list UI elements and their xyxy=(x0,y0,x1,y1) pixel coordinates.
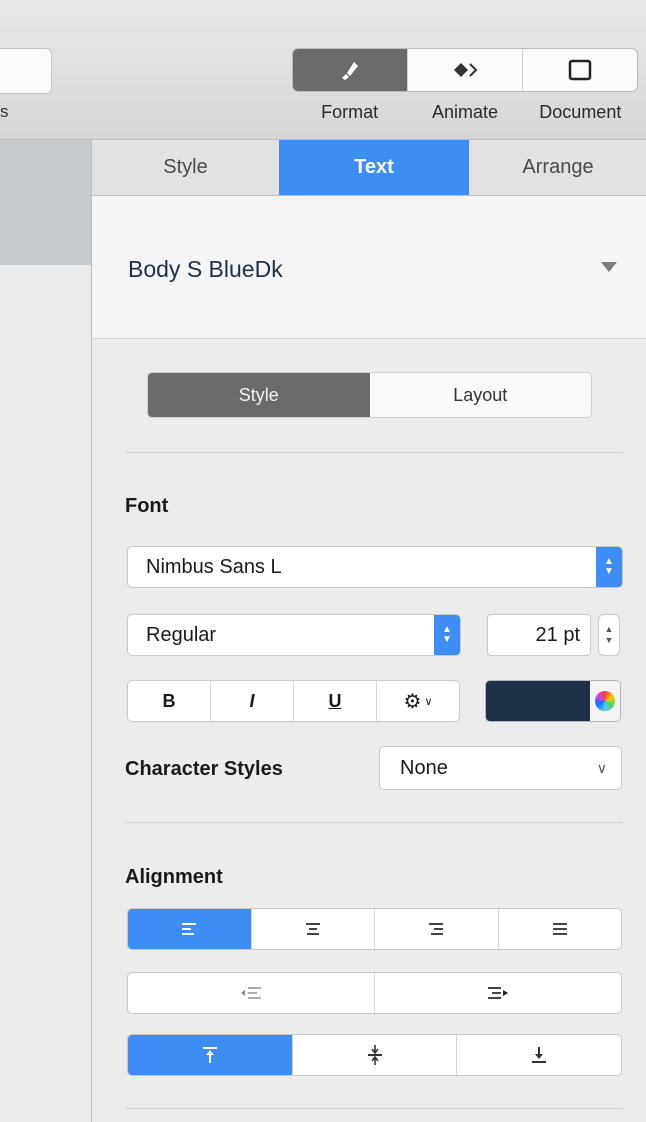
italic-button[interactable]: I xyxy=(211,681,294,721)
divider xyxy=(125,1108,623,1109)
canvas-background xyxy=(0,265,91,1122)
format-toolbar-button[interactable] xyxy=(293,49,408,91)
character-styles-label: Character Styles xyxy=(125,758,283,780)
advanced-options-button[interactable]: ⚙ ∨ xyxy=(377,681,459,721)
text-color-swatch[interactable] xyxy=(486,681,590,721)
document-frame-icon xyxy=(568,59,592,81)
tab-style[interactable]: Style xyxy=(92,140,279,195)
typeface-popup[interactable]: Regular ▲ ▼ xyxy=(127,614,461,656)
document-toolbar-label[interactable]: Document xyxy=(523,102,638,123)
align-left-icon xyxy=(182,923,197,935)
chevron-down-icon: ∨ xyxy=(596,759,607,776)
paragraph-style-selector[interactable]: Body S BlueDk xyxy=(92,196,646,339)
align-top-icon xyxy=(202,1047,217,1063)
typeface-value: Regular xyxy=(146,623,217,646)
align-right-icon xyxy=(429,923,444,935)
font-family-popup[interactable]: Nimbus Sans L ▲ ▼ xyxy=(127,546,623,588)
document-toolbar-button[interactable] xyxy=(523,49,637,91)
toolbar-inspector-group xyxy=(292,48,638,92)
align-middle-button[interactable] xyxy=(293,1035,458,1075)
gear-icon: ⚙ xyxy=(403,690,422,713)
font-size-stepper[interactable]: ▲ ▼ xyxy=(598,614,620,656)
align-right-button[interactable] xyxy=(375,909,499,949)
justify-button[interactable] xyxy=(499,909,622,949)
paragraph-style-name: Body S BlueDk xyxy=(128,256,283,282)
color-wheel-icon[interactable] xyxy=(590,681,620,721)
align-center-icon xyxy=(305,923,320,935)
popup-stepper-icon: ▲ ▼ xyxy=(596,547,622,587)
segment-layout[interactable]: Layout xyxy=(370,373,592,417)
font-size-field[interactable]: 21 pt xyxy=(487,614,591,656)
toolbar-search-field[interactable] xyxy=(0,48,52,94)
character-styles-popup[interactable]: None ∨ xyxy=(379,746,622,790)
justify-icon xyxy=(552,923,567,935)
vertical-alignment-control xyxy=(127,1034,622,1076)
popup-stepper-icon: ▲ ▼ xyxy=(434,615,460,655)
tab-arrange[interactable]: Arrange xyxy=(469,140,646,195)
align-center-button[interactable] xyxy=(252,909,375,949)
divider xyxy=(125,452,623,453)
format-toolbar-label[interactable]: Format xyxy=(292,102,407,123)
increase-indent-icon xyxy=(488,987,508,999)
format-inspector: Style Text Arrange Body S BlueDk Style L… xyxy=(91,140,646,1122)
underline-button[interactable]: U xyxy=(294,681,377,721)
font-section-title: Font xyxy=(125,495,169,517)
bold-button[interactable]: B xyxy=(128,681,211,721)
align-bottom-icon xyxy=(532,1047,547,1063)
diamond-arrow-icon xyxy=(454,63,478,77)
toolbar-labels: Format Animate Document xyxy=(292,102,638,123)
text-color-well[interactable] xyxy=(485,680,621,722)
tab-text[interactable]: Text xyxy=(279,140,469,195)
inspector-tabs: Style Text Arrange xyxy=(92,140,646,196)
animate-toolbar-label[interactable]: Animate xyxy=(407,102,522,123)
chevron-down-icon: ∨ xyxy=(424,695,433,708)
paintbrush-icon xyxy=(342,62,358,80)
divider xyxy=(125,822,623,823)
decrease-indent-button[interactable] xyxy=(128,973,375,1013)
align-bottom-button[interactable] xyxy=(457,1035,621,1075)
text-format-buttons: B I U ⚙ ∨ xyxy=(127,680,460,722)
toolbar: s Format Animate Document xyxy=(0,0,646,140)
align-top-button[interactable] xyxy=(128,1035,293,1075)
decrease-indent-icon xyxy=(241,987,261,999)
increase-indent-button[interactable] xyxy=(375,973,621,1013)
toolbar-clipped-label: s xyxy=(0,102,9,121)
style-layout-segmented-control: Style Layout xyxy=(147,372,592,418)
animate-toolbar-button[interactable] xyxy=(408,49,523,91)
horizontal-alignment-control xyxy=(127,908,622,950)
slide-canvas[interactable] xyxy=(0,140,91,265)
align-middle-icon xyxy=(367,1045,382,1065)
disclosure-triangle-icon[interactable] xyxy=(601,262,617,272)
character-styles-value: None xyxy=(400,756,448,779)
font-family-value: Nimbus Sans L xyxy=(146,555,282,578)
alignment-section-title: Alignment xyxy=(125,866,223,888)
align-left-button[interactable] xyxy=(128,909,252,949)
segment-style[interactable]: Style xyxy=(148,373,370,417)
indent-control xyxy=(127,972,622,1014)
